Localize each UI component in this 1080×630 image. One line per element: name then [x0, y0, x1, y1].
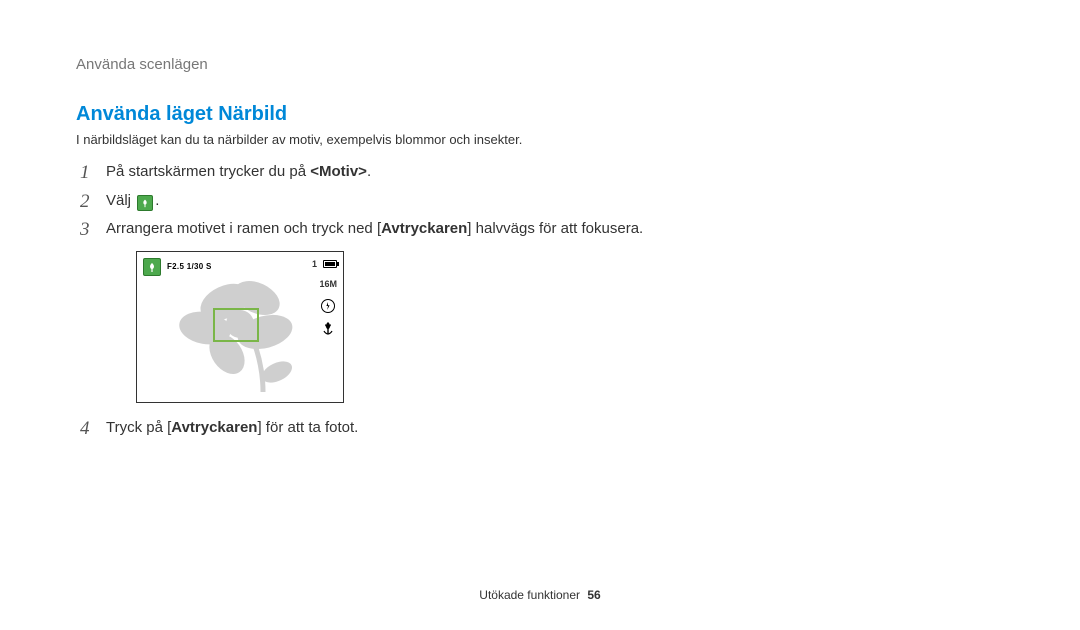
step-number: 4 [80, 415, 90, 444]
section-intro: I närbildsläget kan du ta närbilder av m… [76, 132, 1004, 147]
step-text: Arrangera motivet i ramen och tryck ned … [106, 220, 381, 237]
page-footer: Utökade funktioner 56 [0, 588, 1080, 602]
resolution-badge: 16M [319, 278, 337, 292]
step-text: Tryck på [ [106, 419, 171, 436]
step-1: 1 På startskärmen trycker du på <Motiv>. [76, 161, 1004, 184]
step-text: På startskärmen trycker du på [106, 163, 310, 180]
step-3: 3 Arrangera motivet i ramen och tryck ne… [76, 218, 1004, 403]
step-text: Välj [106, 192, 135, 209]
step-list: 1 På startskärmen trycker du på <Motiv>.… [76, 161, 1004, 439]
step-number: 1 [80, 159, 90, 188]
shutter-label: Avtryckaren [171, 419, 257, 436]
shutter-label: Avtryckaren [381, 220, 467, 237]
scene-button-label: <Motiv> [310, 163, 367, 180]
section-title: Använda läget Närbild [76, 103, 1004, 126]
step-number: 2 [80, 188, 90, 217]
exposure-readout: F2.5 1/30 S [167, 261, 212, 273]
step-4: 4 Tryck på [Avtryckaren] för att ta foto… [76, 417, 1004, 440]
step-2: 2 Välj . [76, 190, 1004, 213]
closeup-mode-icon [143, 258, 161, 276]
page-number: 56 [587, 588, 600, 602]
footer-section: Utökade funktioner [479, 588, 580, 602]
camera-preview-illustration: F2.5 1/30 S 1 16M [136, 251, 344, 403]
focus-rectangle [213, 308, 259, 342]
breadcrumb: Använda scenlägen [76, 56, 1004, 73]
flash-off-icon [321, 299, 335, 313]
shot-count: 1 [312, 258, 317, 272]
battery-icon [323, 260, 337, 268]
macro-icon [322, 321, 334, 335]
step-number: 3 [80, 216, 90, 245]
closeup-mode-icon [137, 195, 153, 211]
